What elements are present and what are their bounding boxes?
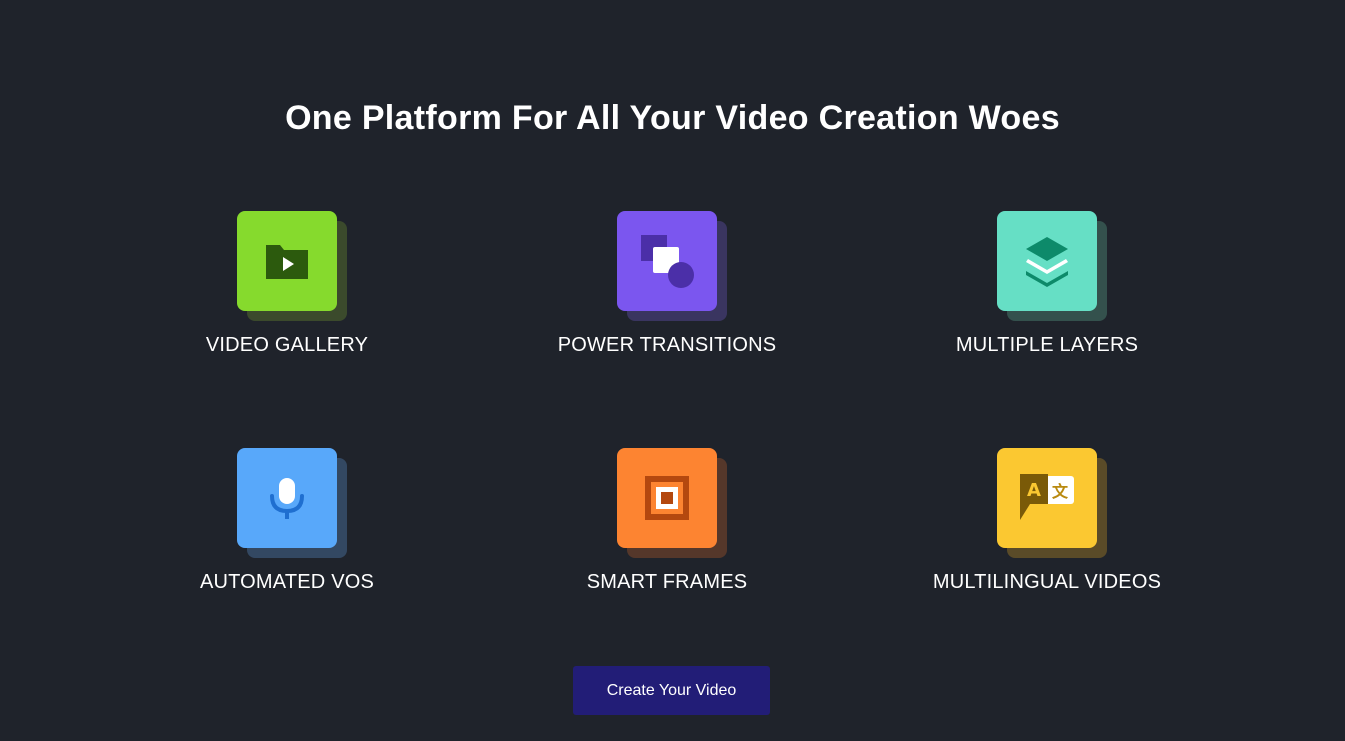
section-heading: One Platform For All Your Video Creation… <box>285 99 1060 137</box>
feature-label: MULTILINGUAL VIDEOS <box>932 571 1162 593</box>
shapes-icon <box>617 211 717 311</box>
feature-tile <box>997 211 1109 323</box>
feature-multilingual-videos: A 文 MULTILINGUAL VIDEOS <box>897 448 1197 608</box>
feature-label: VIDEO GALLERY <box>205 334 369 356</box>
feature-automated-vos: AUTOMATED VOS <box>137 448 437 608</box>
feature-smart-frames: SMART FRAMES <box>517 448 817 608</box>
features-section: One Platform For All Your Video Creation… <box>0 0 1345 741</box>
frame-icon <box>617 448 717 548</box>
feature-tile <box>237 211 349 323</box>
feature-multiple-layers: MULTIPLE LAYERS <box>897 211 1197 371</box>
feature-label: MULTIPLE LAYERS <box>955 334 1139 356</box>
feature-tile <box>617 448 729 560</box>
translate-icon: A 文 <box>997 448 1097 548</box>
feature-video-gallery: VIDEO GALLERY <box>137 211 437 371</box>
feature-tile <box>237 448 349 560</box>
create-video-button[interactable]: Create Your Video <box>573 666 770 715</box>
feature-label: AUTOMATED VOS <box>199 571 375 593</box>
feature-tile <box>617 211 729 323</box>
svg-text:文: 文 <box>1052 482 1069 501</box>
video-folder-icon <box>237 211 337 311</box>
feature-label: POWER TRANSITIONS <box>557 334 777 356</box>
microphone-icon <box>237 448 337 548</box>
layers-icon <box>997 211 1097 311</box>
svg-text:A: A <box>1027 480 1041 501</box>
feature-tile: A 文 <box>997 448 1109 560</box>
feature-power-transitions: POWER TRANSITIONS <box>517 211 817 371</box>
feature-label: SMART FRAMES <box>586 571 748 593</box>
